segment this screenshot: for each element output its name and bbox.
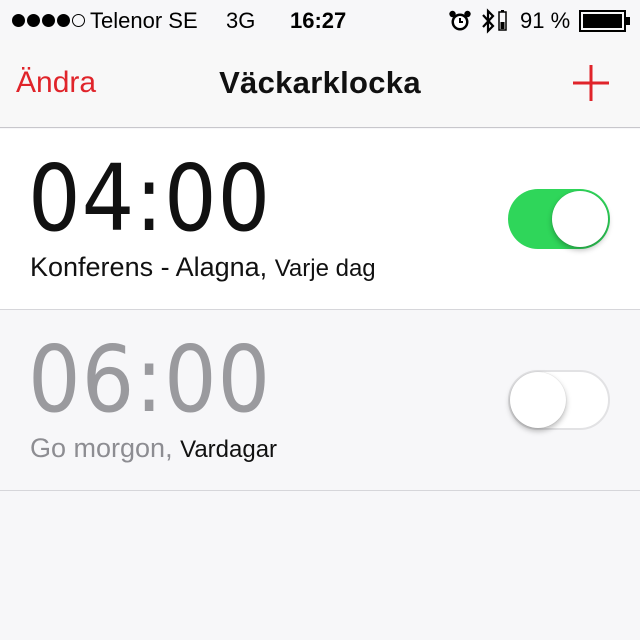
add-alarm-button[interactable] — [568, 60, 614, 106]
battery-percent: 91 % — [520, 8, 571, 33]
toggle-knob — [552, 191, 608, 247]
alarm-label: Konferens - Alagna, Varje dag — [30, 251, 376, 285]
toggle-knob — [510, 372, 566, 428]
signal-dot-empty — [72, 14, 85, 27]
alarm-name: Go morgon, — [30, 433, 173, 463]
signal-dot — [57, 14, 70, 27]
signal-dot — [42, 14, 55, 27]
bluetooth-icon — [482, 8, 495, 34]
alarm-toggle[interactable] — [508, 189, 610, 249]
alarm-time: 04:00 — [28, 145, 272, 252]
navigation-bar: Ändra Väckarklocka — [0, 40, 640, 128]
battery-icon — [579, 10, 630, 32]
headset-battery-icon — [498, 10, 507, 31]
alarm-row[interactable]: 04:00 Konferens - Alagna, Varje dag — [0, 129, 640, 310]
alarm-label: Go morgon, Vardagar — [30, 432, 277, 466]
signal-dot — [27, 14, 40, 27]
alarm-row[interactable]: 06:00 Go morgon, Vardagar — [0, 310, 640, 491]
status-bar: Telenor SE 3G 16:27 91 % — [0, 0, 640, 40]
network-type: 3G — [226, 8, 256, 33]
alarm-repeat: Varje dag — [274, 255, 376, 282]
alarm-toggle[interactable] — [508, 370, 610, 430]
alarm-screen: Telenor SE 3G 16:27 91 % Ändra Väckarklo… — [0, 0, 640, 640]
carrier-name: Telenor SE — [90, 8, 198, 33]
plus-icon — [573, 65, 609, 101]
signal-dot — [12, 14, 25, 27]
alarm-clock-icon — [449, 10, 471, 31]
status-time: 16:27 — [290, 8, 347, 33]
alarm-name: Konferens - Alagna, — [30, 252, 268, 282]
alarm-time: 06:00 — [28, 326, 272, 433]
signal-strength-icon — [12, 14, 85, 27]
page-title: Väckarklocka — [219, 65, 421, 100]
alarm-repeat: Vardagar — [180, 436, 278, 463]
